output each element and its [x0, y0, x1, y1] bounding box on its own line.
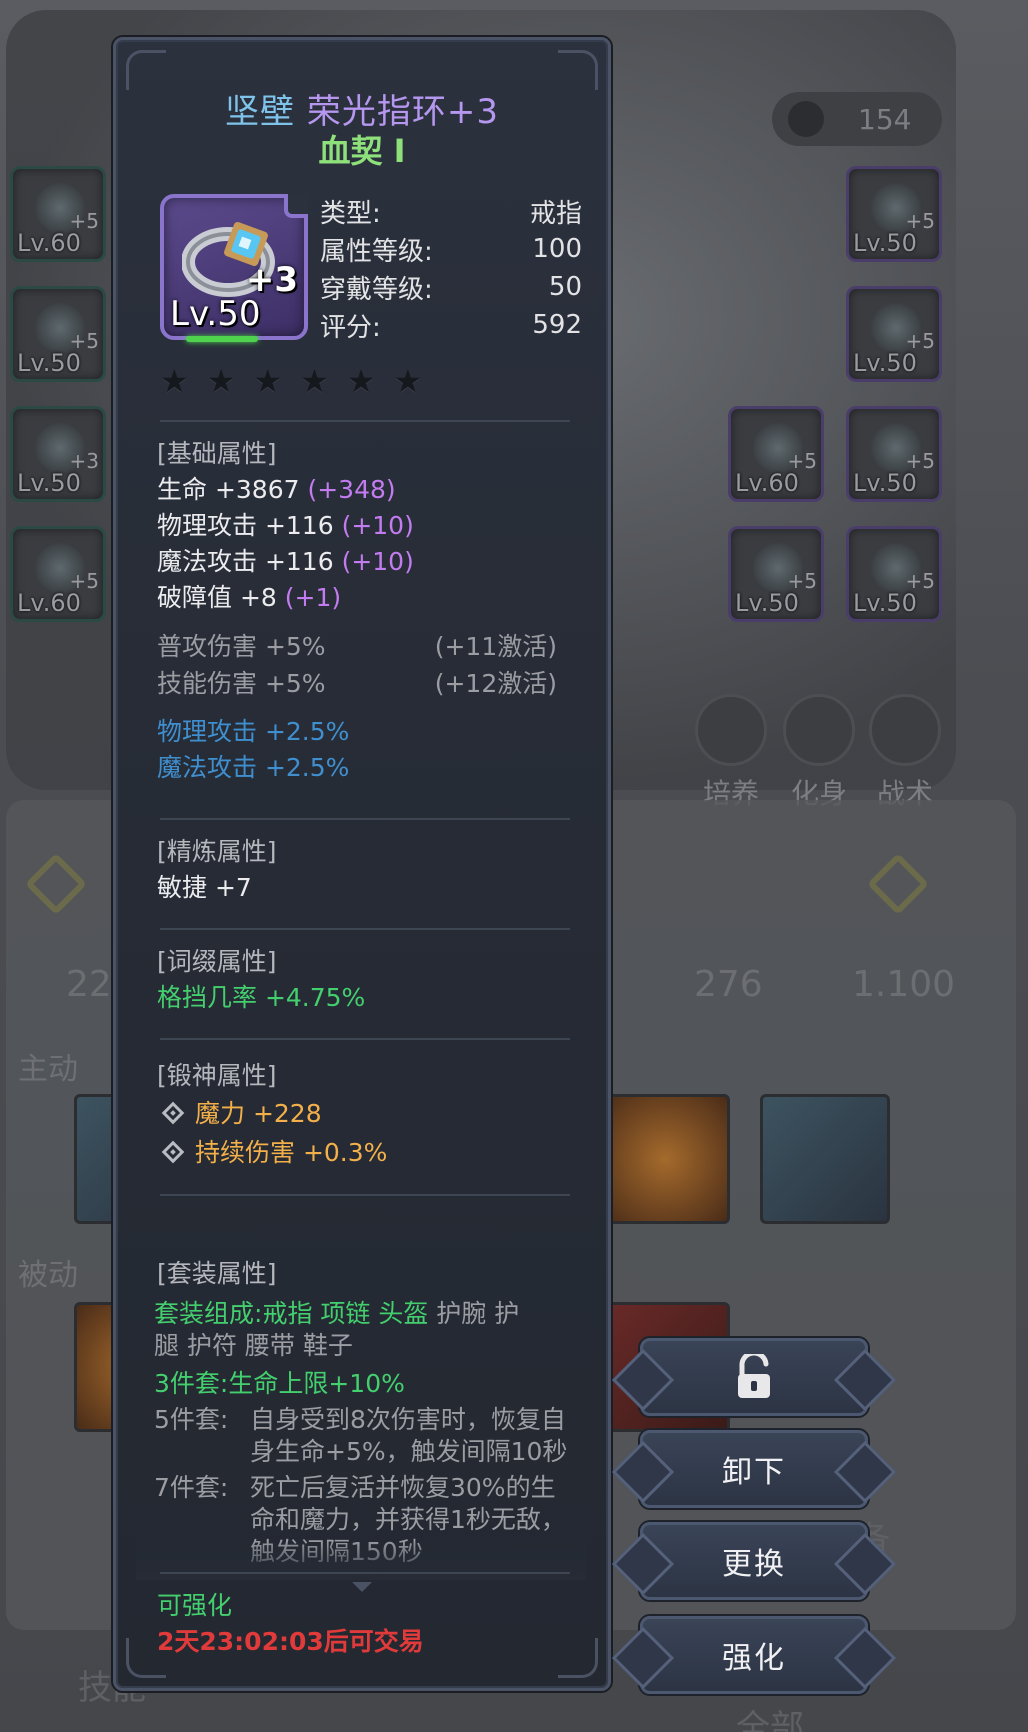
info-row: 类型: 戒指 [320, 198, 582, 229]
tab-tactics[interactable]: 战术 [866, 694, 944, 812]
star-icon: ★ [253, 362, 283, 400]
bonus-stat-row: 魔法攻击 +2.5% [157, 753, 350, 782]
stat-row: 魔法攻击 +116 (+10) [157, 547, 414, 576]
equip-slot-left[interactable]: +5 Lv.60 [10, 526, 106, 622]
unequip-button[interactable]: 卸下 [640, 1430, 868, 1508]
set-composition: 套装组成: 戒指 项链 头盔 护腕 护 [154, 1299, 520, 1328]
skill-slot[interactable] [600, 1094, 730, 1224]
trade-timer: 2天23:02:03后可交易 [157, 1627, 424, 1656]
forge-row: 魔力 +228 [157, 1094, 387, 1133]
stat-row: 破障值 +8 (+1) [157, 583, 342, 612]
enhance-button[interactable]: 强化 [640, 1616, 868, 1694]
footer: 可强化 2天23:02:03后可交易 [157, 1588, 424, 1660]
item-subtitle: 血契 I [318, 132, 406, 170]
upgradable-label: 可强化 [157, 1591, 233, 1620]
forge-attributes: [锻神属性] 魔力 +228 持续伤害 +0.3% [157, 1058, 387, 1172]
item-icon-frame: +3 Lv.50 [160, 194, 308, 342]
star-rating: ★ ★ ★ ★ ★ ★ [160, 362, 422, 400]
equip-slot-right[interactable]: +5 Lv.50 [728, 526, 824, 622]
forge-row: 持续伤害 +0.3% [157, 1133, 387, 1172]
diamond-icon [161, 1101, 185, 1125]
locked-stat-row: 技能伤害 +5% (+12激活) [157, 669, 557, 698]
replace-button[interactable]: 更换 [640, 1522, 868, 1600]
skill-slot[interactable] [760, 1094, 890, 1224]
item-tooltip: 坚壁 荣光指环+3 血契 I +3 Lv.50 类型: 戒指 属性等级: 100 穿… [113, 37, 611, 1691]
equip-slot-left[interactable]: +5 Lv.60 [10, 166, 106, 262]
star-icon: ★ [346, 362, 376, 400]
tab-cultivate[interactable]: 培养 [692, 694, 770, 812]
divider [160, 818, 570, 820]
star-icon: ★ [206, 362, 236, 400]
avatar-icon [783, 694, 855, 766]
info-row: 属性等级: 100 [320, 234, 582, 267]
set-header: [套装属性] [157, 1259, 277, 1288]
chess-icon [869, 694, 941, 766]
unlock-icon [738, 1354, 770, 1398]
equip-slot-right[interactable]: +5 Lv.50 [846, 286, 942, 382]
power-icon [788, 101, 824, 137]
lock-button[interactable] [640, 1338, 868, 1416]
equip-slot-left[interactable]: +5 Lv.50 [10, 286, 106, 382]
cultivate-icon [695, 694, 767, 766]
star-icon: ★ [300, 362, 329, 400]
star-icon: ★ [160, 362, 189, 400]
tab-avatar[interactable]: 化身 [780, 694, 858, 812]
bonus-stat-row: 物理攻击 +2.5% [157, 717, 350, 746]
equip-slot-right[interactable]: +5 Lv.50 [846, 526, 942, 622]
diamond-icon [161, 1140, 185, 1164]
item-info: 类型: 戒指 属性等级: 100 穿戴等级: 50 评分: 592 [320, 192, 582, 344]
item-level: Lv.50 [170, 294, 261, 334]
divider [160, 1194, 570, 1196]
stat-row: 生命 +3867 (+348) [157, 475, 396, 504]
level-bar [186, 336, 258, 342]
divider [160, 1038, 570, 1040]
equip-slot-left[interactable]: +3 Lv.50 [10, 406, 106, 502]
divider [160, 1572, 570, 1574]
frame-corner [558, 1638, 598, 1678]
set-bonus-3: 3件套: 生命上限+10% [154, 1369, 405, 1398]
equip-slot-right[interactable]: +5 Lv.50 [846, 406, 942, 502]
set-attributes: 套装组成: 戒指 项链 头盔 护腕 护 腿 护符 腰带 鞋子 3件套: 生命上限+… [154, 1298, 574, 1568]
star-icon: ★ [393, 362, 423, 400]
info-row: 穿戴等级: 50 [320, 272, 582, 305]
equip-slot-right[interactable]: +5 Lv.60 [728, 406, 824, 502]
base-attributes: [基础属性] 生命 +3867 (+348) 物理攻击 +116 (+10) 魔… [157, 436, 557, 786]
refine-attributes: [精炼属性] 敏捷 +7 [157, 837, 277, 902]
stat-row: 物理攻击 +116 (+10) [157, 511, 414, 540]
power-score: 154 [772, 92, 942, 146]
info-row: 评分: 592 [320, 310, 582, 343]
equip-slot-right[interactable]: +5 Lv.50 [846, 166, 942, 262]
divider [160, 928, 570, 930]
divider [160, 420, 570, 422]
locked-stat-row: 普攻伤害 +5% (+11激活) [157, 632, 557, 661]
set-bonus-5: 5件套: 自身受到8次伤害时，恢复自身生命+5%，触发间隔10秒 [154, 1405, 568, 1466]
affix-attributes: [词缀属性] 格挡几率 +4.75% [157, 947, 366, 1012]
